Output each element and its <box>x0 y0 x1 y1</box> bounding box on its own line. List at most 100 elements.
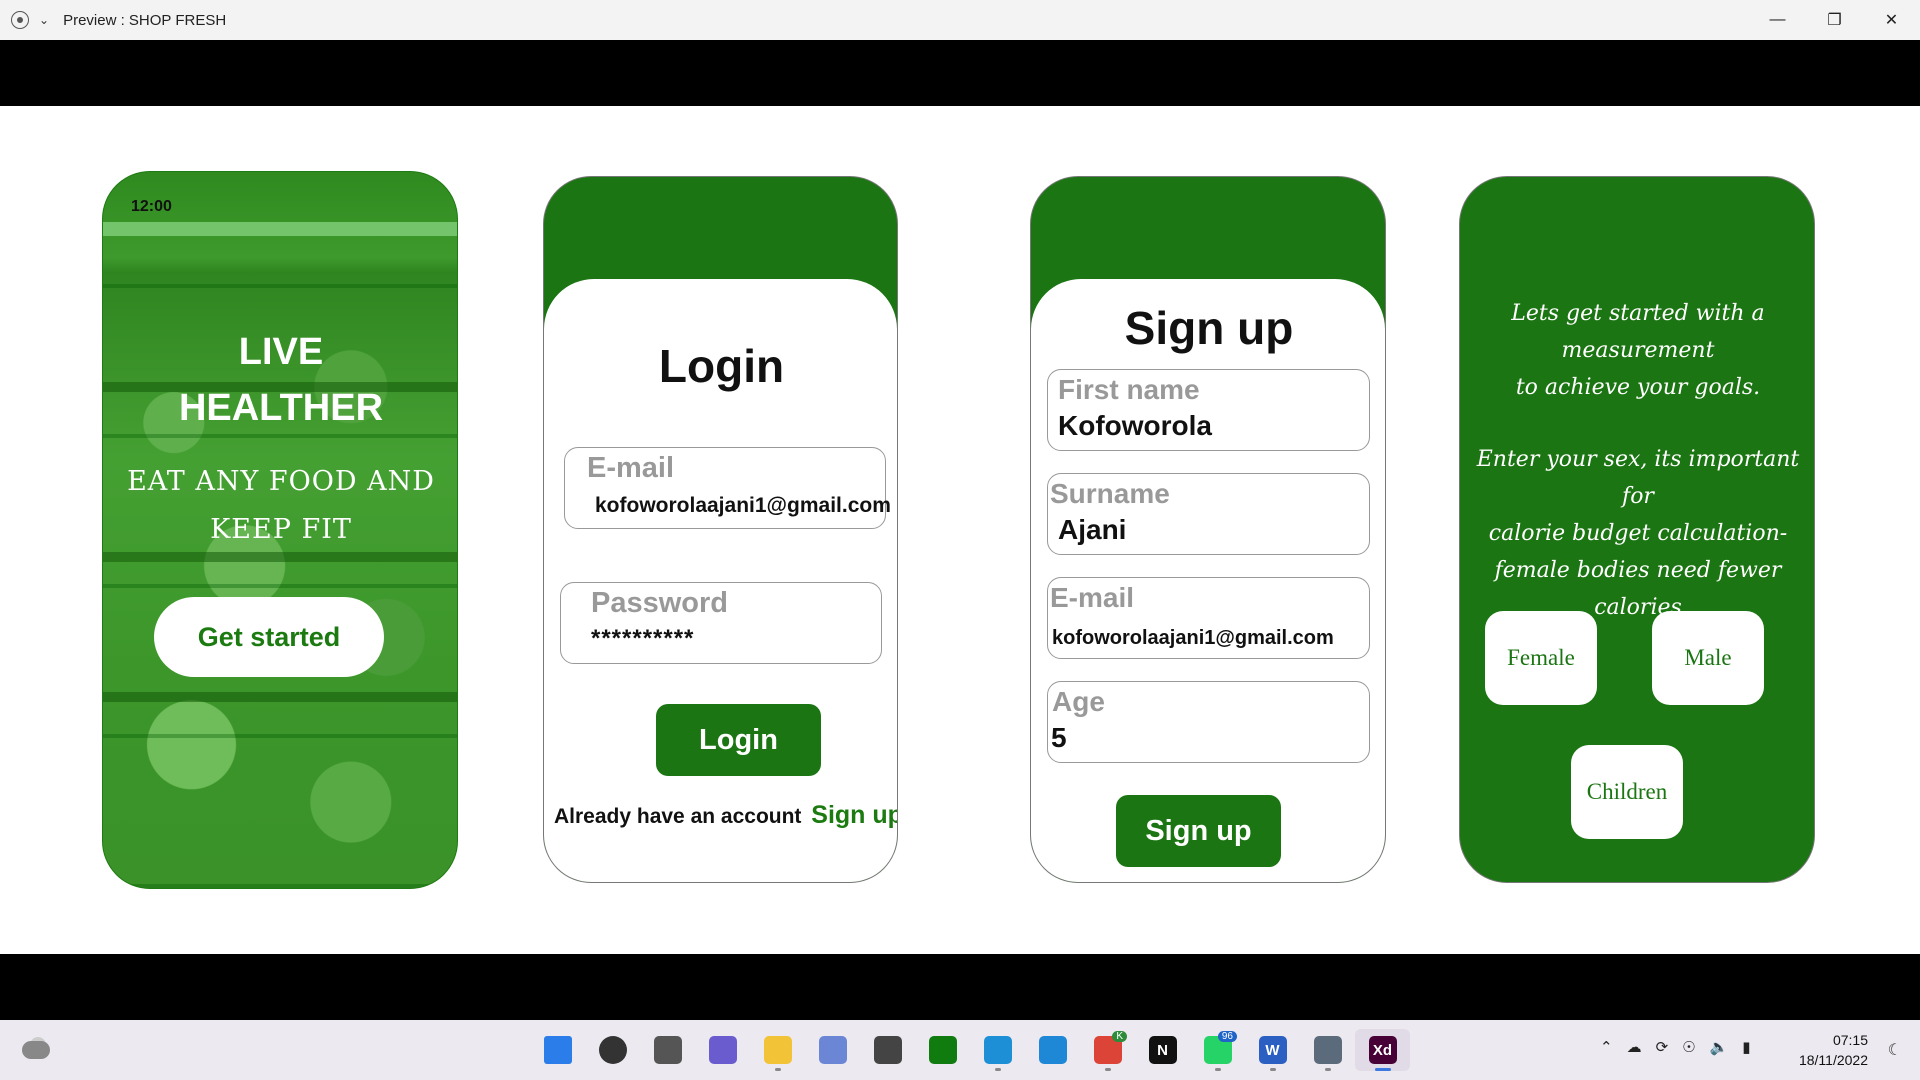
note-line: Enter your sex, its important for <box>1476 447 1800 509</box>
surname-field[interactable]: Surname Ajani <box>1047 473 1370 555</box>
running-indicator <box>774 1068 781 1071</box>
password-field[interactable]: Password ********** <box>560 582 882 664</box>
email-label: E-mail <box>1050 582 1135 613</box>
age-value: 5 <box>1051 722 1067 753</box>
surname-value: Ajani <box>1058 514 1127 545</box>
running-indicator <box>1324 1068 1331 1071</box>
children-option-button[interactable]: Children <box>1571 745 1683 839</box>
headline: LIVE HEALTHER <box>103 324 457 436</box>
teams-chat-icon[interactable] <box>695 1029 750 1071</box>
chevron-down-icon[interactable]: ⌄ <box>39 13 49 27</box>
intro-text: Lets get started with a measurement to a… <box>1460 295 1814 406</box>
male-option-button[interactable]: Male <box>1652 611 1764 705</box>
task-view-glyph <box>653 1036 682 1064</box>
status-time: 12:00 <box>131 198 172 215</box>
battery-icon[interactable]: ▮ <box>1742 1038 1750 1056</box>
netflix-icon[interactable]: N <box>1135 1029 1190 1071</box>
microsoft-store-glyph <box>873 1036 902 1064</box>
note-line: female bodies need fewer <box>1494 558 1782 583</box>
age-label: Age <box>1052 686 1105 717</box>
signup-link[interactable]: Sign up <box>811 801 897 829</box>
vscode-glyph <box>1038 1036 1067 1064</box>
already-account-text: Already have an account Sign up <box>554 801 897 830</box>
chevron-up-icon[interactable]: ⌃ <box>1600 1038 1613 1056</box>
xbox-icon[interactable] <box>915 1029 970 1071</box>
app-record-icon <box>11 11 29 29</box>
xbox-glyph <box>928 1036 957 1064</box>
intro-line: to achieve your goals. <box>1515 375 1761 400</box>
task-view-icon[interactable] <box>640 1029 695 1071</box>
title-bar: ⌄ Preview : SHOP FRESH — ❐ ✕ <box>0 0 1920 40</box>
first-name-label: First name <box>1058 374 1200 405</box>
email-field[interactable]: E-mail kofoworolaajani1@gmail.com <box>1047 577 1370 659</box>
password-label: Password <box>591 587 728 619</box>
subheadline-line: KEEP FIT <box>210 514 352 545</box>
running-indicator <box>1104 1068 1111 1071</box>
subheadline: EAT ANY FOOD AND KEEP FIT <box>103 458 457 554</box>
intro-line: measurement <box>1561 338 1715 363</box>
age-field[interactable]: Age 5 <box>1047 681 1370 763</box>
adobe-xd-glyph: Xd <box>1368 1036 1397 1064</box>
screen-signup: Sign up First name Kofoworola Surname Aj… <box>1030 176 1386 883</box>
email-label: E-mail <box>587 452 675 484</box>
system-tray: ⌃ ☁ ⟳ ☉ 🔈 ▮ <box>1600 1038 1751 1056</box>
teams-chat-glyph <box>708 1036 737 1064</box>
whatsapp-icon[interactable]: 96 <box>1190 1029 1245 1071</box>
netflix-glyph: N <box>1148 1036 1177 1064</box>
restore-icon[interactable]: ❐ <box>1806 0 1863 40</box>
running-indicator <box>1269 1068 1276 1071</box>
search-glyph <box>598 1036 627 1064</box>
file-explorer-icon[interactable] <box>750 1029 805 1071</box>
search-icon[interactable] <box>585 1029 640 1071</box>
weather-icon[interactable] <box>22 1037 50 1059</box>
window-title: Preview : SHOP FRESH <box>63 11 227 29</box>
shelf-light <box>103 222 457 236</box>
minimize-icon[interactable]: — <box>1749 0 1806 40</box>
file-explorer-glyph <box>763 1036 792 1064</box>
adobe-xd-icon[interactable]: Xd <box>1355 1029 1410 1071</box>
clock[interactable]: 07:15 18/11/2022 <box>1799 1030 1868 1070</box>
settings-glyph <box>1313 1036 1342 1064</box>
start-icon[interactable] <box>530 1029 585 1071</box>
subheadline-line: EAT ANY FOOD AND <box>127 466 435 497</box>
screen-login: Login E-mail kofoworolaajani1@gmail.com … <box>543 176 898 883</box>
first-name-field[interactable]: First name Kofoworola <box>1047 369 1370 451</box>
get-started-button[interactable]: Get started <box>154 597 384 677</box>
login-heading: Login <box>658 340 785 392</box>
word-icon[interactable]: W <box>1245 1029 1300 1071</box>
female-option-button[interactable]: Female <box>1485 611 1597 705</box>
surname-label: Surname <box>1050 478 1170 509</box>
close-icon[interactable]: ✕ <box>1863 0 1920 40</box>
signup-heading: Sign up <box>1124 302 1294 354</box>
settings-icon[interactable] <box>1300 1029 1355 1071</box>
chrome-icon[interactable]: K <box>1080 1029 1135 1071</box>
sex-note-text: Enter your sex, its important for calori… <box>1460 441 1814 626</box>
photos-glyph <box>818 1036 847 1064</box>
headline-line: LIVE <box>238 331 324 373</box>
profile-badge: K <box>1112 1031 1127 1042</box>
microsoft-store-icon[interactable] <box>860 1029 915 1071</box>
onedrive-icon[interactable]: ☁ <box>1627 1038 1642 1056</box>
shelf-divider <box>103 692 457 702</box>
email-value: kofoworolaajani1@gmail.com <box>595 494 891 517</box>
email-field[interactable]: E-mail kofoworolaajani1@gmail.com <box>564 447 891 529</box>
running-indicator <box>1374 1068 1391 1071</box>
screen-measurement: Lets get started with a measurement to a… <box>1459 176 1815 883</box>
login-card: Login E-mail kofoworolaajani1@gmail.com … <box>544 279 897 882</box>
taskbar-apps: K N 96 W Xd <box>530 1029 1410 1071</box>
edge-icon[interactable] <box>970 1029 1025 1071</box>
letterbox-top <box>0 40 1920 106</box>
note-line: calorie budget calculation- <box>1488 521 1788 546</box>
vscode-icon[interactable] <box>1025 1029 1080 1071</box>
running-indicator <box>994 1068 1001 1071</box>
sync-icon[interactable]: ⟳ <box>1656 1038 1669 1056</box>
photos-icon[interactable] <box>805 1029 860 1071</box>
volume-icon[interactable]: 🔈 <box>1710 1038 1729 1056</box>
letterbox-bottom <box>0 954 1920 1020</box>
login-button[interactable]: Login <box>656 704 821 776</box>
language-icon[interactable]: ☉ <box>1682 1038 1695 1056</box>
signup-button[interactable]: Sign up <box>1116 795 1281 867</box>
taskbar: K N 96 W Xd ⌃ ☁ ⟳ ☉ 🔈 ▮ 07:15 18/11/2022 ☾ <box>0 1020 1920 1080</box>
signup-card: Sign up First name Kofoworola Surname Aj… <box>1031 279 1385 882</box>
focus-assist-icon[interactable]: ☾ <box>1888 1040 1902 1060</box>
